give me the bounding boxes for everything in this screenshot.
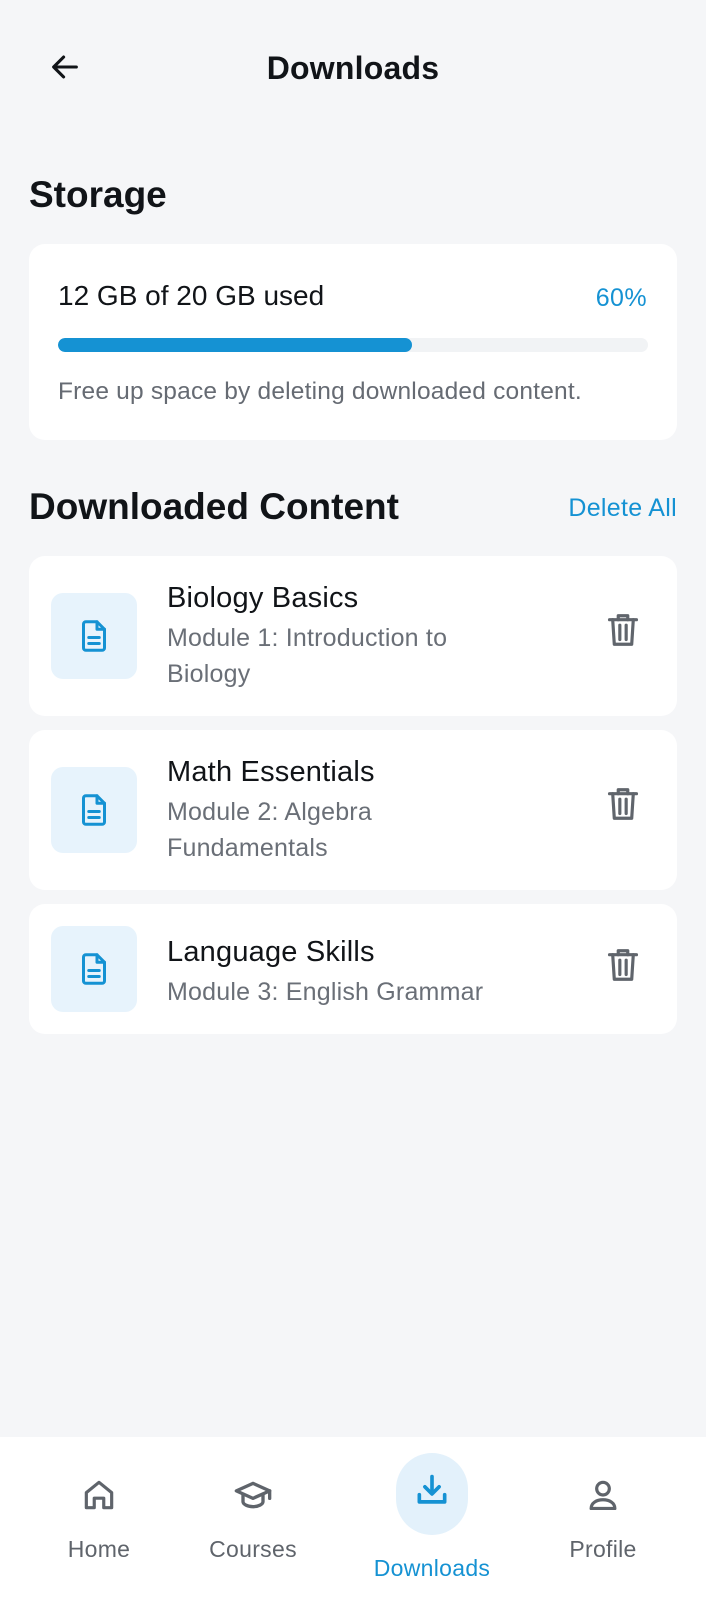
document-icon [82,794,106,826]
storage-progress-fill [58,338,412,352]
item-icon-container [51,593,137,679]
downloaded-content-title: Downloaded Content [29,486,399,527]
delete-item-button[interactable] [599,941,647,989]
downloads-screen: Downloads Storage 12 GB of 20 GB used 60… [0,0,706,1600]
item-subtitle: Module 1: Introduction to Biology [167,624,448,688]
download-item[interactable]: Math Essentials Module 2: Algebra Fundam… [29,730,677,890]
bottom-navigation: Home Courses Downloads Profile [0,1437,706,1600]
download-item[interactable]: Biology Basics Module 1: Introduction to… [29,556,677,716]
item-title: Biology Basics [167,582,359,614]
delete-item-button[interactable] [599,606,647,654]
trash-icon [607,614,639,646]
storage-section-title: Storage [29,174,167,215]
storage-card: 12 GB of 20 GB used 60% Free up space by… [29,244,677,440]
page-title: Downloads [266,50,440,86]
storage-percent: 60% [595,284,647,312]
storage-hint: Free up space by deleting downloaded con… [58,378,582,405]
nav-item-home[interactable]: Home [39,1437,159,1600]
nav-item-courses[interactable]: Courses [193,1437,313,1600]
item-icon-container [51,767,137,853]
document-icon [82,620,106,652]
nav-label-downloads: Downloads [373,1555,491,1581]
item-title: Math Essentials [167,756,375,788]
item-subtitle: Module 3: English Grammar [167,978,484,1006]
storage-used-text: 12 GB of 20 GB used [58,280,325,311]
trash-icon [607,788,639,820]
trash-icon [607,949,639,981]
delete-all-button[interactable]: Delete All [568,494,677,523]
document-icon [82,953,106,985]
item-subtitle: Module 2: Algebra Fundamentals [167,798,372,862]
nav-item-downloads[interactable]: Downloads [362,1437,502,1600]
home-icon [79,1475,119,1515]
item-title: Language Skills [167,936,375,968]
nav-item-profile[interactable]: Profile [543,1437,663,1600]
item-icon-container [51,926,137,1012]
nav-label-home: Home [67,1536,131,1562]
graduation-cap-icon [233,1475,273,1515]
nav-label-profile: Profile [569,1536,637,1562]
person-icon [583,1475,623,1515]
nav-label-courses: Courses [209,1536,297,1562]
delete-item-button[interactable] [599,780,647,828]
storage-progress-bar [58,338,648,352]
download-icon [412,1470,452,1510]
download-item[interactable]: Language Skills Module 3: English Gramma… [29,904,677,1034]
app-header: Downloads [0,0,706,140]
